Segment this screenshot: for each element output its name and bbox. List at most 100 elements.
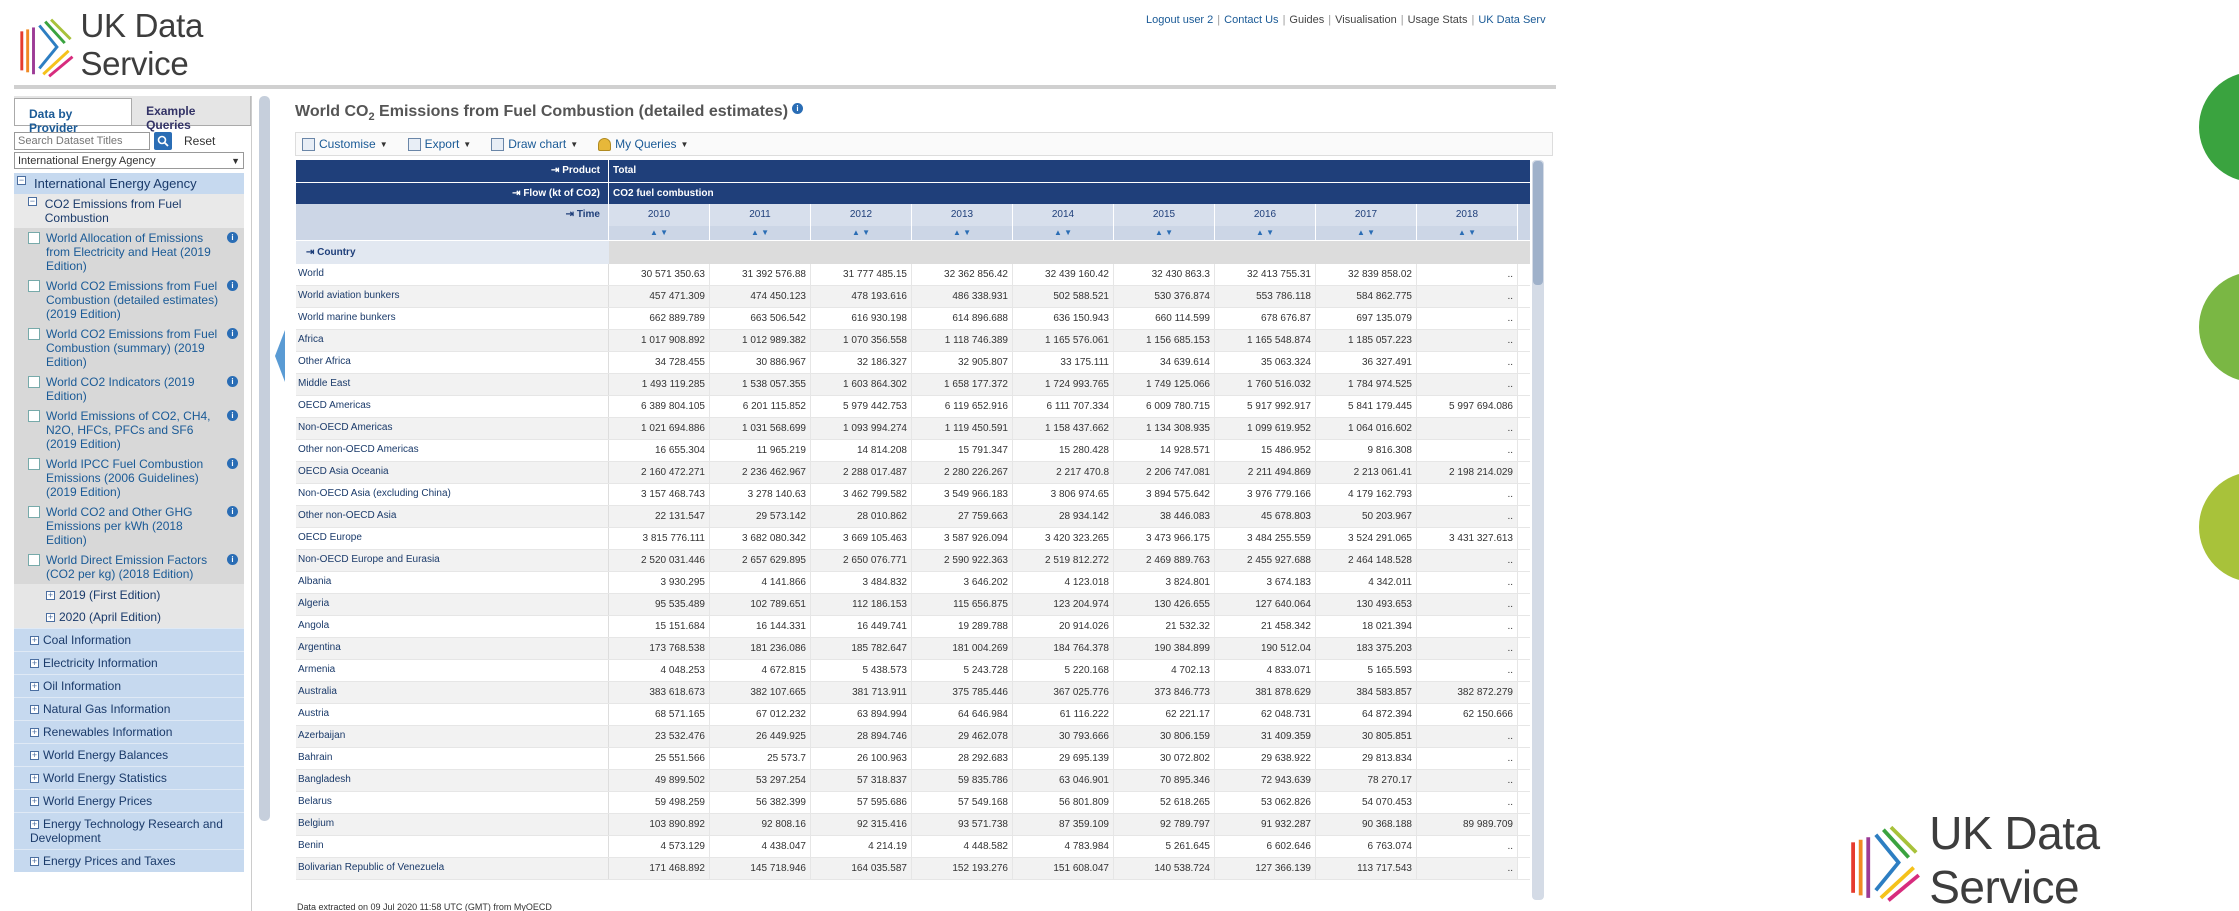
my-queries-menu[interactable]: My Queries ▼ bbox=[598, 137, 688, 151]
uk-data-service-link[interactable]: UK Data Serv bbox=[1478, 14, 1545, 26]
info-icon[interactable]: i bbox=[227, 232, 238, 243]
extract-note-text: Data extracted on 09 Jul 2020 11:58 UTC … bbox=[297, 902, 552, 911]
tree-node-category[interactable]: + World Energy Balances bbox=[14, 743, 244, 766]
table-cell: 1 156 685.153 bbox=[1114, 330, 1215, 351]
sort-arrows-icon[interactable]: ▲ ▼ bbox=[912, 226, 1013, 240]
row-country-label[interactable]: OECD Europe bbox=[296, 528, 609, 549]
row-country-label[interactable]: World marine bunkers bbox=[296, 308, 609, 329]
search-button[interactable] bbox=[154, 132, 172, 150]
logout-link[interactable]: Logout user 2 bbox=[1146, 14, 1213, 26]
info-icon[interactable]: i bbox=[792, 103, 804, 114]
expand-icon: + bbox=[46, 612, 55, 623]
sort-arrows-icon[interactable]: ▲ ▼ bbox=[609, 226, 710, 240]
customise-menu[interactable]: Customise ▼ bbox=[302, 137, 388, 151]
tab-data-by-provider[interactable]: Data by Provider bbox=[14, 98, 133, 135]
tree-node-category[interactable]: + Natural Gas Information bbox=[14, 697, 244, 720]
table-cell: 56 801.809 bbox=[1013, 792, 1114, 813]
table-cell: 3 806 974.65 bbox=[1013, 484, 1114, 505]
pivot-icon[interactable]: ⇥ bbox=[512, 188, 520, 199]
row-country-label[interactable]: Bolivarian Republic of Venezuela bbox=[296, 858, 609, 879]
collapse-sidebar-icon[interactable] bbox=[275, 330, 285, 382]
sort-arrows-icon[interactable]: ▲ ▼ bbox=[1114, 226, 1215, 240]
row-country-label[interactable]: Other Africa bbox=[296, 352, 609, 373]
sort-arrows-icon[interactable]: ▲ ▼ bbox=[1417, 226, 1518, 240]
draw-chart-menu[interactable]: Draw chart ▼ bbox=[491, 137, 578, 151]
tree-leaf-dataset[interactable]: World CO2 Indicators (2019 Edition) i bbox=[14, 372, 244, 406]
row-country-label[interactable]: Azerbaijan bbox=[296, 726, 609, 747]
caret-down-icon: ▼ bbox=[463, 139, 472, 149]
row-country-label[interactable]: World bbox=[296, 264, 609, 285]
info-icon[interactable]: i bbox=[227, 410, 238, 421]
row-country-label[interactable]: Other non-OECD Americas bbox=[296, 440, 609, 461]
tree-leaf-dataset[interactable]: World IPCC Fuel Combustion Emissions (20… bbox=[14, 454, 244, 502]
table-cell: 30 072.802 bbox=[1114, 748, 1215, 769]
row-country-label[interactable]: Non-OECD Asia (excluding China) bbox=[296, 484, 609, 505]
tree-node-category[interactable]: + Coal Information bbox=[14, 628, 244, 651]
info-icon[interactable]: i bbox=[227, 280, 238, 291]
row-country-label[interactable]: World aviation bunkers bbox=[296, 286, 609, 307]
tree-node-category[interactable]: + Electricity Information bbox=[14, 651, 244, 674]
guides-link[interactable]: Guides bbox=[1289, 14, 1324, 26]
tab-example-queries[interactable]: Example Queries bbox=[132, 96, 251, 132]
tree-node-category[interactable]: + World Energy Prices bbox=[14, 789, 244, 812]
row-country-label[interactable]: Australia bbox=[296, 682, 609, 703]
row-country-label[interactable]: Non-OECD Europe and Eurasia bbox=[296, 550, 609, 571]
table-scrollbar-thumb[interactable] bbox=[1533, 161, 1543, 285]
info-icon[interactable]: i bbox=[227, 458, 238, 469]
row-country-label[interactable]: Argentina bbox=[296, 638, 609, 659]
row-country-label[interactable]: Belgium bbox=[296, 814, 609, 835]
sort-arrows-icon[interactable]: ▲ ▼ bbox=[1215, 226, 1316, 240]
tree-node-group[interactable]: − CO2 Emissions from Fuel Combustion bbox=[14, 194, 244, 228]
tree-node-subgroup[interactable]: +2019 (First Edition) bbox=[14, 584, 244, 606]
provider-select[interactable]: International Energy Agency ▼ bbox=[14, 152, 244, 169]
tree-node-category[interactable]: + Oil Information bbox=[14, 674, 244, 697]
row-country-label[interactable]: Africa bbox=[296, 330, 609, 351]
tree-node-category[interactable]: + Renewables Information bbox=[14, 720, 244, 743]
sidebar-scrollbar[interactable] bbox=[259, 96, 270, 821]
pivot-icon[interactable]: ⇥ bbox=[566, 209, 574, 220]
row-country-label[interactable]: OECD Americas bbox=[296, 396, 609, 417]
tree-leaf-dataset[interactable]: World Emissions of CO2, CH4, N2O, HFCs, … bbox=[14, 406, 244, 454]
pivot-icon[interactable]: ⇥ bbox=[306, 247, 314, 258]
tree-node-subgroup[interactable]: +2020 (April Edition) bbox=[14, 606, 244, 628]
row-country-label[interactable]: Angola bbox=[296, 616, 609, 637]
sort-arrows-icon[interactable]: ▲ ▼ bbox=[1013, 226, 1114, 240]
tree-node-category[interactable]: + Energy Prices and Taxes bbox=[14, 849, 244, 872]
tree-node-provider[interactable]: − International Energy Agency bbox=[14, 173, 244, 194]
sort-arrows-icon[interactable]: ▲ ▼ bbox=[1316, 226, 1417, 240]
reset-button[interactable]: Reset bbox=[184, 134, 215, 148]
sort-arrows-icon[interactable]: ▲ ▼ bbox=[710, 226, 811, 240]
sort-arrows-icon[interactable]: ▲ ▼ bbox=[811, 226, 912, 240]
row-country-label[interactable]: Albania bbox=[296, 572, 609, 593]
contact-us-link[interactable]: Contact Us bbox=[1224, 14, 1278, 26]
row-country-label[interactable]: OECD Asia Oceania bbox=[296, 462, 609, 483]
visualisation-link[interactable]: Visualisation bbox=[1335, 14, 1397, 26]
usage-stats-link[interactable]: Usage Stats bbox=[1408, 14, 1468, 26]
row-country-label[interactable]: Armenia bbox=[296, 660, 609, 681]
row-country-label[interactable]: Algeria bbox=[296, 594, 609, 615]
row-country-label[interactable]: Belarus bbox=[296, 792, 609, 813]
export-menu[interactable]: Export ▼ bbox=[407, 137, 472, 151]
row-country-label[interactable]: Middle East bbox=[296, 374, 609, 395]
row-country-label[interactable]: Other non-OECD Asia bbox=[296, 506, 609, 527]
pivot-icon[interactable]: ⇥ bbox=[551, 165, 559, 176]
row-country-label[interactable]: Bahrain bbox=[296, 748, 609, 769]
tree-leaf-dataset[interactable]: World CO2 and Other GHG Emissions per kW… bbox=[14, 502, 244, 550]
uk-data-service-logo[interactable]: UK Data Service bbox=[14, 7, 314, 82]
tree-node-category[interactable]: + Energy Technology Research and Developm… bbox=[14, 812, 244, 849]
info-icon[interactable]: i bbox=[227, 506, 238, 517]
info-icon[interactable]: i bbox=[227, 554, 238, 565]
tree-leaf-dataset[interactable]: World CO2 Emissions from Fuel Combustion… bbox=[14, 324, 244, 372]
tree-leaf-dataset[interactable]: World CO2 Emissions from Fuel Combustion… bbox=[14, 276, 244, 324]
row-country-label[interactable]: Non-OECD Americas bbox=[296, 418, 609, 439]
tree-leaf-dataset[interactable]: World Allocation of Emissions from Elect… bbox=[14, 228, 244, 276]
row-country-label[interactable]: Bangladesh bbox=[296, 770, 609, 791]
tree-node-category[interactable]: + World Energy Statistics bbox=[14, 766, 244, 789]
info-icon[interactable]: i bbox=[227, 376, 238, 387]
row-country-label[interactable]: Austria bbox=[296, 704, 609, 725]
tree-leaf-dataset[interactable]: World Direct Emission Factors (CO2 per k… bbox=[14, 550, 244, 584]
info-icon[interactable]: i bbox=[227, 328, 238, 339]
table-row: Middle East 1 493 119.285 1 538 057.355 1 6… bbox=[296, 374, 1530, 396]
row-country-label[interactable]: Benin bbox=[296, 836, 609, 857]
search-dataset-input[interactable] bbox=[14, 132, 150, 150]
